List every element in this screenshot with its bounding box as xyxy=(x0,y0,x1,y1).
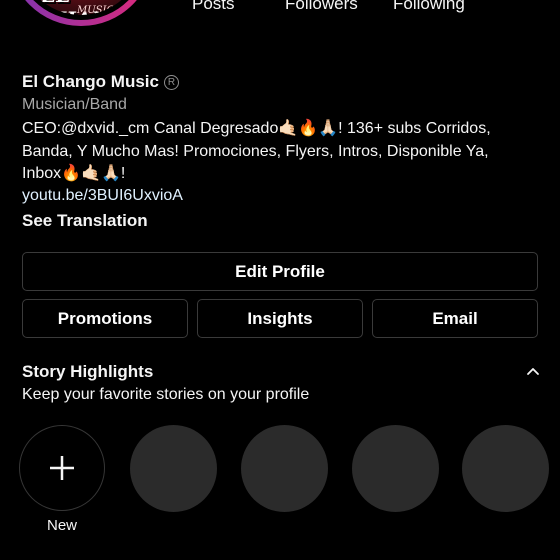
story-highlights-title: Story Highlights xyxy=(22,362,154,381)
new-highlight-label: New xyxy=(46,517,77,534)
profile-avatar[interactable]: EL CHANGO MUSIC xyxy=(8,0,154,26)
profile-name: El Chango Music xyxy=(22,72,159,91)
bio-line: Banda, Y Mucho Mas! Promociones, Flyers,… xyxy=(22,142,489,160)
promotions-button[interactable]: Promotions xyxy=(22,299,188,338)
highlight-placeholder xyxy=(130,425,217,512)
new-highlight-button[interactable] xyxy=(19,425,105,511)
bio-line: CEO:@dxvid._cm Canal Degresado🤙🏻🔥🙏🏻! 136… xyxy=(22,120,491,137)
highlight-placeholder xyxy=(241,425,328,512)
profile-link[interactable]: youtu.be/3BUI6UxvioA xyxy=(22,187,183,205)
avatar-image: EL CHANGO MUSIC xyxy=(19,0,143,15)
see-translation-button[interactable]: See Translation xyxy=(22,211,148,231)
chevron-up-icon[interactable] xyxy=(526,364,540,378)
profile-name-row: El Chango Music R xyxy=(22,72,179,92)
stat-posts[interactable]: Posts xyxy=(192,0,235,14)
stat-following[interactable]: Following xyxy=(393,0,465,14)
registered-icon: R xyxy=(163,74,179,90)
profile-bio: CEO:@dxvid._cm Canal Degresado🤙🏻🔥🙏🏻! 136… xyxy=(22,118,542,186)
story-highlights-subtitle: Keep your favorite stories on your profi… xyxy=(22,386,310,403)
avatar-ring: EL CHANGO MUSIC xyxy=(14,0,148,20)
stat-followers[interactable]: Followers xyxy=(285,0,358,14)
highlight-placeholder xyxy=(462,425,549,512)
plus-icon xyxy=(50,456,74,480)
email-button[interactable]: Email xyxy=(372,299,538,338)
avatar-logo-subtext: MUSIC xyxy=(77,5,115,15)
edit-profile-button[interactable]: Edit Profile xyxy=(22,252,538,291)
bio-line: Inbox🔥🤙🏻🙏🏻! xyxy=(22,165,126,182)
highlight-placeholder xyxy=(352,425,439,512)
profile-page: EL CHANGO MUSIC Posts Followers Followin… xyxy=(0,0,560,560)
profile-category: Musician/Band xyxy=(22,96,127,113)
insights-button[interactable]: Insights xyxy=(197,299,363,338)
